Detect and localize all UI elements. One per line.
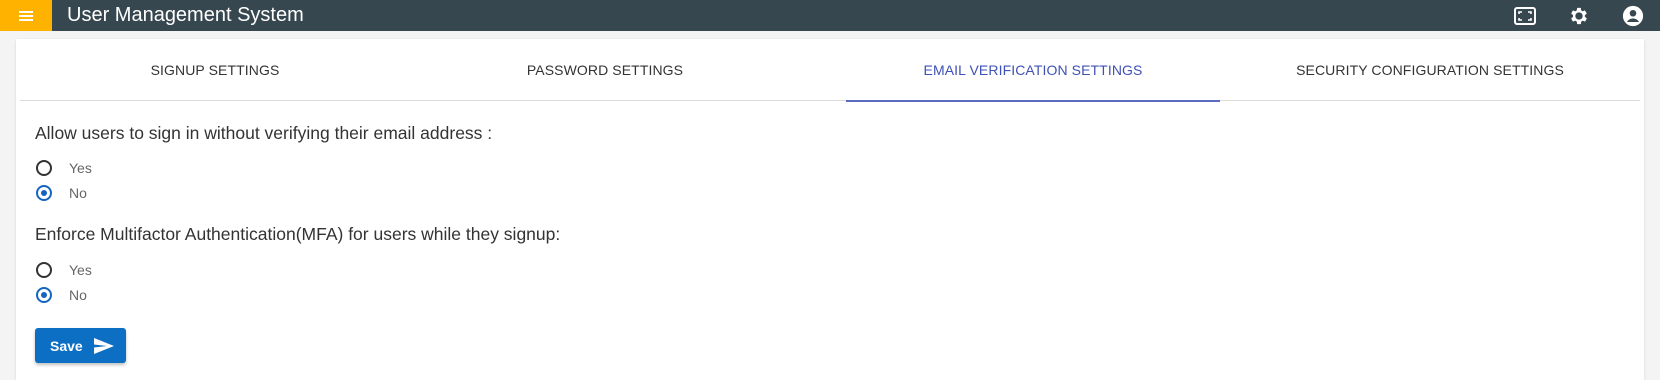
radio-label: Yes xyxy=(69,262,92,278)
email-verification-no-option[interactable]: No xyxy=(36,182,87,204)
tab-password-settings[interactable]: PASSWORD SETTINGS xyxy=(410,39,800,101)
radio-button-selected[interactable] xyxy=(36,185,52,201)
radio-label: No xyxy=(69,185,87,201)
mfa-question: Enforce Multifactor Authentication(MFA) … xyxy=(35,224,561,244)
menu-button[interactable] xyxy=(0,0,52,31)
email-verification-question: Allow users to sign in without verifying… xyxy=(35,123,493,143)
settings-card: SIGNUP SETTINGS PASSWORD SETTINGS EMAIL … xyxy=(16,39,1644,380)
save-button-label: Save xyxy=(50,337,83,354)
menu-icon xyxy=(19,10,33,21)
settings-button[interactable] xyxy=(1563,0,1595,31)
top-app-bar: User Management System xyxy=(0,0,1660,31)
mfa-yes-option[interactable]: Yes xyxy=(36,259,92,281)
app-title: User Management System xyxy=(67,4,304,26)
account-button[interactable] xyxy=(1617,0,1649,31)
send-icon xyxy=(93,337,114,354)
tab-email-verification-settings[interactable]: EMAIL VERIFICATION SETTINGS xyxy=(846,39,1220,102)
account-icon xyxy=(1622,5,1644,26)
radio-button-selected[interactable] xyxy=(36,287,52,303)
email-verification-yes-option[interactable]: Yes xyxy=(36,157,92,179)
fullscreen-button[interactable] xyxy=(1509,0,1541,31)
radio-label: No xyxy=(69,287,87,303)
radio-button[interactable] xyxy=(36,160,52,176)
save-button[interactable]: Save xyxy=(35,328,126,363)
tab-security-configuration-settings[interactable]: SECURITY CONFIGURATION SETTINGS xyxy=(1220,39,1640,101)
mfa-no-option[interactable]: No xyxy=(36,284,87,306)
radio-button[interactable] xyxy=(36,262,52,278)
settings-icon xyxy=(1571,7,1587,24)
settings-tabs: SIGNUP SETTINGS PASSWORD SETTINGS EMAIL … xyxy=(20,39,1640,102)
tab-signup-settings[interactable]: SIGNUP SETTINGS xyxy=(20,39,410,101)
fullscreen-icon xyxy=(1514,6,1536,25)
radio-label: Yes xyxy=(69,160,92,176)
